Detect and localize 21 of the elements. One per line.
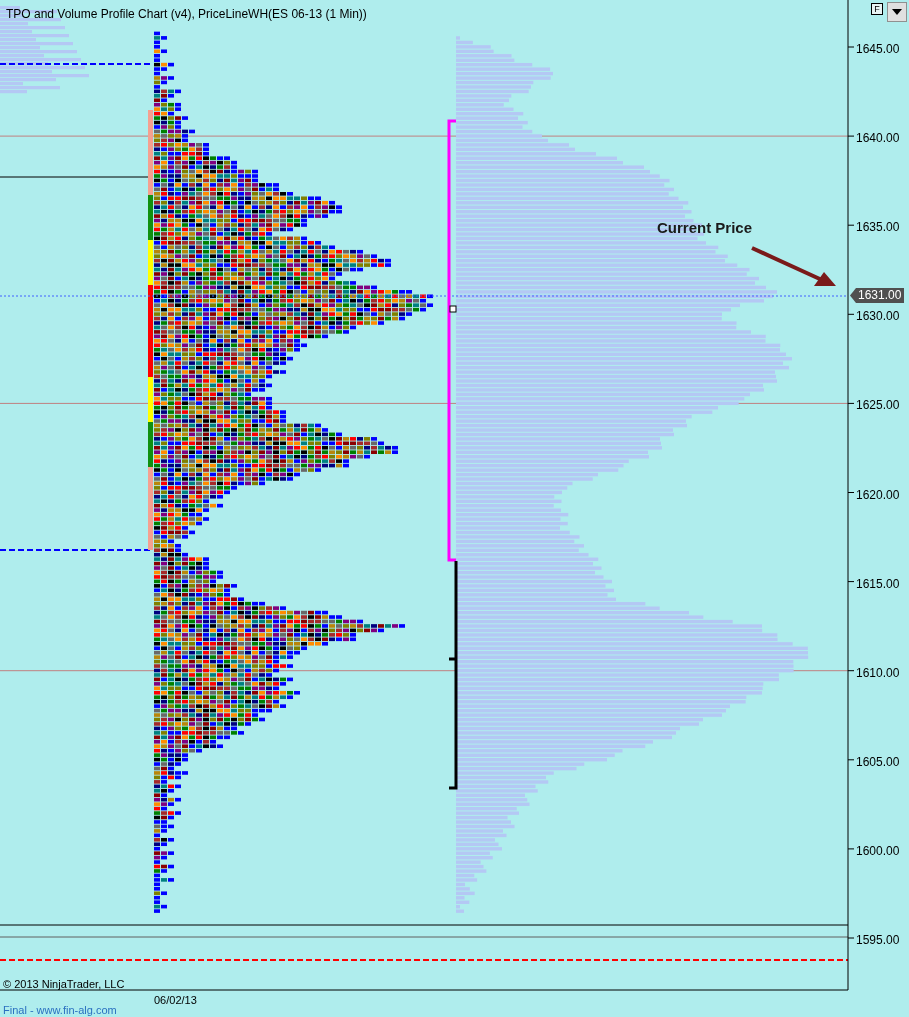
price-label: 1630.00	[856, 308, 900, 326]
copyright-text: © 2013 NinjaTrader, LLC	[3, 977, 125, 992]
price-label: 1610.00	[856, 664, 900, 682]
date-label: 06/02/13	[154, 993, 197, 1008]
price-label: 1625.00	[856, 397, 900, 415]
caret-icon	[892, 9, 902, 15]
price-label: 1615.00	[856, 575, 900, 593]
dropdown-button[interactable]	[887, 2, 907, 22]
chart-title: TPO and Volume Profile Chart (v4), PriceLineWH(ES 06-13 (1 Min))	[6, 6, 367, 23]
chart-annotation: Current Price	[657, 218, 753, 238]
price-label: 1635.00	[856, 219, 900, 237]
price-label: 1645.00	[856, 41, 900, 58]
footer-text: Final - www.fin-alg.com	[3, 1003, 117, 1017]
price-label: 1595.00	[856, 932, 900, 949]
format-button[interactable]: F	[871, 3, 883, 15]
price-label: 1605.00	[856, 753, 900, 771]
price-label: 1620.00	[856, 486, 900, 504]
marker-icon	[449, 305, 457, 313]
price-label: 1640.00	[856, 130, 900, 148]
current-price-tag: 1631.00	[850, 288, 905, 303]
price-label: 1600.00	[856, 842, 900, 860]
